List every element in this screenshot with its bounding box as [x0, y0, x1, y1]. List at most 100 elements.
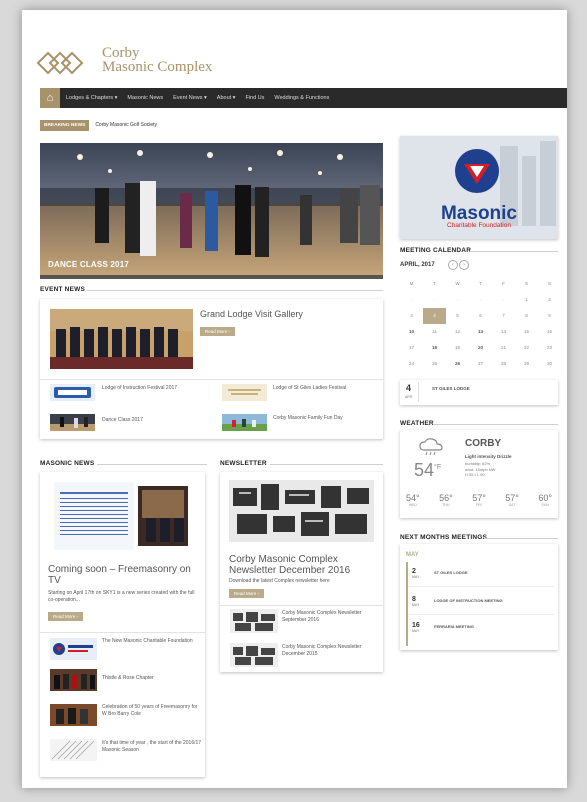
calendar-day[interactable]: 9 — [538, 308, 561, 324]
event-item-thumb[interactable] — [50, 414, 95, 431]
calendar-day[interactable]: 29 — [515, 356, 538, 372]
masonic-feature-title[interactable]: Coming soon – Freemasonry on TV — [48, 564, 198, 586]
event-item-title[interactable]: Lodge of Instruction Festival 2017 — [102, 385, 202, 392]
calendar-day[interactable]: 10 — [400, 324, 423, 340]
logo-mark-icon — [36, 51, 84, 75]
masonic-feature-thumb[interactable] — [54, 482, 191, 550]
breaking-news-text[interactable]: Corby Masonic Golf Society — [95, 122, 157, 128]
calendar-day[interactable]: 30 — [538, 356, 561, 372]
masonic-item-thumb[interactable] — [50, 638, 97, 660]
meeting-title[interactable]: FERRARIA MEETING — [434, 624, 504, 630]
nav-item-weddings[interactable]: Weddings & Functions — [274, 95, 329, 101]
calendar-day[interactable]: 27 — [469, 356, 492, 372]
calendar-day[interactable]: 16 — [538, 324, 561, 340]
calendar-prev-icon[interactable]: ‹ — [448, 260, 458, 270]
event-item-title[interactable]: Corby Masonic Family Fun Day — [273, 415, 373, 422]
newsletter-feature-thumb[interactable] — [229, 480, 374, 542]
forecast-day: 60° SUN — [538, 493, 552, 507]
calendar-day[interactable]: 23 — [538, 340, 561, 356]
newsletter-item-title[interactable]: Corby Masonic Complex Newsletter Septemb… — [282, 610, 380, 623]
nav-item-event-news[interactable]: Event News ▾ — [173, 95, 207, 101]
event-feature-title[interactable]: Grand Lodge Visit Gallery — [200, 309, 370, 320]
calendar-grid: M T W T F S S · · · · · 1 2 3 4 5 6 7 8 9 10 11 12 13 14 15 16 17 18 1… — [400, 276, 561, 372]
masonic-item-thumb[interactable] — [50, 739, 97, 761]
masonic-item-title[interactable]: Celebration of 50 years of Freemasonry f… — [102, 704, 202, 717]
newsletter-item-thumb[interactable] — [230, 643, 278, 667]
event-item-thumb[interactable] — [50, 384, 95, 401]
calendar-day[interactable]: 21 — [492, 340, 515, 356]
newsletter-item-thumb[interactable] — [230, 609, 278, 633]
nav-item-lodges[interactable]: Lodges & Chapters ▾ — [66, 95, 117, 101]
slider-image — [40, 143, 383, 279]
calendar-day[interactable]: 4 — [423, 308, 446, 324]
forecast-temp: 60° — [538, 493, 552, 503]
site-logo[interactable]: Corby Masonic Complex — [36, 42, 336, 86]
calendar-day[interactable]: 5 — [446, 308, 469, 324]
newsletter-item-title[interactable]: Corby Masonic Complex Newsletter Decembe… — [282, 644, 380, 657]
calendar-day[interactable]: 20 — [469, 340, 492, 356]
calendar-day[interactable]: 12 — [446, 324, 469, 340]
calendar-day[interactable]: 13 — [469, 324, 492, 340]
calendar-next-icon[interactable]: › — [459, 260, 469, 270]
meeting-item[interactable]: 2 MAY — [412, 568, 419, 579]
calendar-day[interactable]: 1 — [515, 292, 538, 308]
calendar-day[interactable]: 26 — [446, 356, 469, 372]
event-item-title[interactable]: Lodge of St Giles Ladies Festival — [273, 385, 373, 392]
nav-items: Lodges & Chapters ▾ Masonic News Event N… — [66, 88, 329, 108]
masonic-charitable-ad[interactable]: Masonic Charitable Foundation — [400, 136, 558, 239]
calendar-day[interactable]: 6 — [469, 308, 492, 324]
event-item-thumb[interactable] — [222, 414, 267, 431]
slider-caption[interactable]: DANCE CLASS 2017 — [48, 260, 129, 269]
meeting-item[interactable]: 16 MAY — [412, 622, 420, 633]
meeting-title[interactable]: LODGE OF INSTRUCTION MEETING — [434, 598, 514, 604]
event-feature-thumb[interactable] — [50, 309, 193, 369]
nav-item-find-us[interactable]: Find Us — [245, 95, 264, 101]
masonic-item-title[interactable]: It's that time of year , the start of th… — [102, 740, 202, 753]
breaking-news: BREAKING NEWS Corby Masonic Golf Society — [40, 119, 157, 131]
calendar-day[interactable]: 19 — [446, 340, 469, 356]
event-feature-read-more[interactable]: Read More › — [200, 327, 236, 336]
calendar-day[interactable]: 7 — [492, 308, 515, 324]
nav-item-masonic-news[interactable]: Masonic News — [127, 95, 163, 101]
calendar-day-empty: · — [410, 297, 413, 302]
newsletter-feature-read-more[interactable]: Read More › — [229, 589, 265, 598]
calendar-day[interactable]: 14 — [492, 324, 515, 340]
masonic-item-thumb[interactable] — [50, 704, 97, 726]
calendar-day[interactable]: 24 — [400, 356, 423, 372]
calendar-day[interactable]: 15 — [515, 324, 538, 340]
weather-title: WEATHER — [400, 420, 434, 427]
forecast-temp: 56° — [439, 493, 453, 503]
calendar-weekday: F — [502, 281, 505, 286]
calendar-day[interactable]: 3 — [400, 308, 423, 324]
event-item-thumb[interactable] — [222, 384, 267, 401]
masonic-item-title[interactable]: Thistle & Rose Chapter — [102, 675, 202, 682]
event-item-title[interactable]: Dance Class 2017 — [102, 417, 202, 424]
newsletter-feature-title[interactable]: Corby Masonic Complex Newsletter Decembe… — [229, 554, 379, 576]
calendar-day[interactable]: 2 — [538, 292, 561, 308]
masonic-item-thumb[interactable] — [50, 669, 97, 691]
weather-condition: Light intensity Drizzle — [465, 454, 512, 459]
calendar-day-empty: · — [502, 297, 505, 302]
calendar-day[interactable]: 11 — [423, 324, 446, 340]
meeting-month: MAY — [412, 629, 420, 633]
calendar-weekday: S — [547, 281, 551, 286]
calendar-day[interactable]: 22 — [515, 340, 538, 356]
site-title-line2: Masonic Complex — [102, 59, 213, 75]
masonic-item-title[interactable]: The New Masonic Charitable Foundation — [102, 638, 202, 645]
next-months-title: NEXT MONTHS MEETINGS — [400, 534, 488, 541]
masonic-feature-read-more[interactable]: Read More › — [48, 612, 84, 621]
meeting-title[interactable]: ST GILES LODGE — [434, 570, 544, 575]
meeting-item[interactable]: 8 MAY — [412, 596, 419, 607]
calendar-day[interactable]: 18 — [423, 340, 446, 356]
divider — [470, 251, 558, 252]
calendar-day[interactable]: 8 — [515, 308, 538, 324]
featured-slider[interactable]: DANCE CLASS 2017 — [40, 143, 383, 279]
calendar-day[interactable]: 25 — [423, 356, 446, 372]
calendar-day[interactable]: 28 — [492, 356, 515, 372]
main-nav: ⌂ Lodges & Chapters ▾ Masonic News Event… — [40, 88, 567, 108]
home-icon[interactable]: ⌂ — [40, 88, 60, 108]
calendar-day[interactable]: 17 — [400, 340, 423, 356]
calendar-event[interactable]: 4 APR ST GILES LODGE — [400, 380, 558, 405]
nav-item-about[interactable]: About ▾ — [217, 95, 236, 101]
site-title-line1: Corby — [102, 45, 140, 61]
